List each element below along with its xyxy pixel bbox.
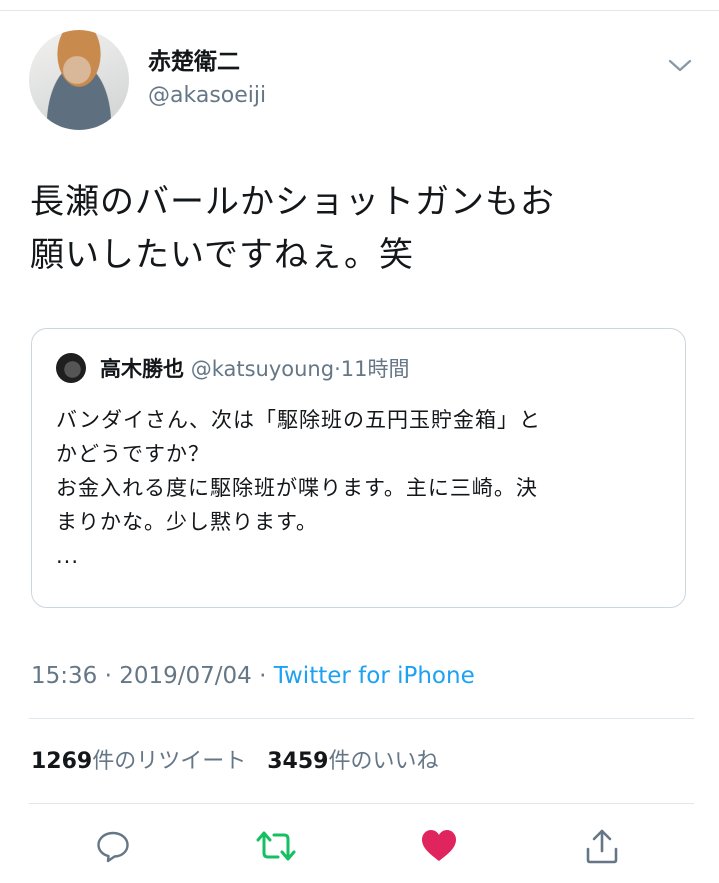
tweet-text-line: 長瀬のバールかショットガンもお <box>30 182 555 222</box>
tweet-timestamp: 15:36 · 2019/07/04 · Twitter for iPhone <box>31 660 475 692</box>
reply-button[interactable] <box>93 826 133 866</box>
author-handle[interactable]: @akasoeiji <box>148 82 266 110</box>
author-display-name[interactable]: 赤楚衛二 <box>148 48 240 76</box>
tweet-date: 2019/07/04 <box>119 663 252 689</box>
quoted-time: 11時間 <box>340 357 410 381</box>
actions-top-divider <box>29 803 694 804</box>
retweets-count: 1269 <box>31 749 93 774</box>
retweets-stat[interactable]: 1269件のリツイート <box>31 749 246 774</box>
tweet-text-line: 願いしたいですねぇ。笑 <box>30 235 414 275</box>
likes-count: 3459 <box>267 749 329 774</box>
like-button[interactable] <box>419 826 459 866</box>
share-icon <box>586 829 618 864</box>
retweet-button[interactable] <box>256 826 296 866</box>
quoted-text-line: バンダイさん、次は「駆除班の五円玉貯金箱」と <box>56 408 542 432</box>
reply-icon <box>97 831 129 863</box>
tweet-time: 15:36 <box>31 663 98 689</box>
quoted-text-line: まりかな。少し黙ります。 <box>56 510 318 534</box>
quoted-author-avatar <box>56 353 86 383</box>
quoted-tweet-card[interactable]: 高木勝也 @katsuyoung·11時間 バンダイさん、次は「駆除班の五円玉貯… <box>31 328 686 608</box>
share-button[interactable] <box>582 826 622 866</box>
quoted-text-ellipsis: ... <box>56 544 80 568</box>
source-link[interactable]: Twitter for iPhone <box>274 663 475 689</box>
tweet-text: 長瀬のバールかショットガンもお 願いしたいですねぇ。笑 <box>30 176 700 282</box>
stats-top-divider <box>29 718 694 719</box>
quoted-separator: · <box>334 357 341 381</box>
author-avatar[interactable] <box>29 30 129 130</box>
timestamp-separator: · <box>259 663 267 689</box>
likes-label: 件のいいね <box>328 749 439 774</box>
engagement-stats: 1269件のリツイート 3459件のいいね <box>31 746 439 778</box>
quoted-tweet-header: 高木勝也 @katsuyoung·11時間 <box>100 353 409 385</box>
quoted-text-line: お金入れる度に駆除班が喋ります。主に三崎。決 <box>56 476 538 500</box>
retweet-icon <box>256 831 296 861</box>
likes-stat[interactable]: 3459件のいいね <box>267 749 438 774</box>
top-divider <box>0 10 719 11</box>
retweets-label: 件のリツイート <box>92 749 247 774</box>
chevron-down-icon[interactable] <box>666 55 694 75</box>
quoted-author-handle: @katsuyoung <box>190 357 335 381</box>
quoted-author-name: 高木勝也 <box>100 357 184 381</box>
timestamp-separator: · <box>104 663 112 689</box>
quoted-text-line: かどうですか？ <box>56 442 210 466</box>
heart-icon <box>422 830 456 861</box>
quoted-tweet-text: バンダイさん、次は「駆除班の五円玉貯金箱」と かどうですか？ お金入れる度に駆除… <box>56 403 671 573</box>
